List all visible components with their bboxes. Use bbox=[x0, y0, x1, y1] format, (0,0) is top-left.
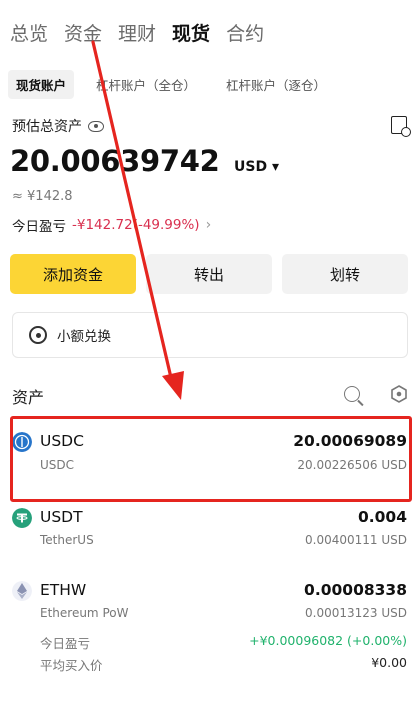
transfer-button[interactable]: 划转 bbox=[282, 254, 408, 294]
today-pnl-value: -¥142.72(-49.99%) bbox=[72, 217, 200, 233]
small-convert-button[interactable]: 小额兑换 bbox=[12, 312, 408, 358]
transfer-out-button[interactable]: 转出 bbox=[146, 254, 272, 294]
asset-amount: 0.004 bbox=[357, 508, 407, 526]
asset-usd-value: 0.00013123 USD bbox=[305, 606, 407, 620]
asset-name: TetherUS bbox=[40, 533, 94, 547]
subtab-margin-cross[interactable]: 杠杆账户（全仓） bbox=[88, 70, 204, 99]
balance-approx-cny: ≈ ¥142.8 bbox=[12, 189, 73, 204]
settings-hex-icon[interactable] bbox=[390, 385, 408, 403]
add-funds-button[interactable]: 添加资金 bbox=[10, 254, 136, 294]
tab-overview[interactable]: 总览 bbox=[10, 19, 48, 46]
top-nav: 总览 资金 理财 现货 合约 bbox=[0, 14, 270, 50]
chevron-right-icon: › bbox=[205, 217, 212, 233]
estimated-balance-label: 预估总资产 bbox=[12, 116, 104, 136]
tab-earn[interactable]: 理财 bbox=[118, 19, 156, 46]
avg-price-label: 平均买入价 bbox=[40, 658, 103, 673]
asset-usd-value: 0.00400111 USD bbox=[305, 533, 407, 547]
account-subtabs: 现货账户 杠杆账户（全仓） 杠杆账户（逐仓） bbox=[8, 69, 348, 99]
today-pnl-value: +¥0.00096082 (+0.00%) bbox=[249, 633, 407, 648]
avg-price-value: ¥0.00 bbox=[371, 655, 407, 670]
highlight-box bbox=[10, 416, 412, 502]
asset-name: Ethereum PoW bbox=[40, 606, 129, 620]
currency-selector[interactable]: USD ▾ bbox=[234, 159, 279, 175]
usdt-coin-icon bbox=[12, 508, 32, 528]
convert-icon bbox=[29, 326, 47, 344]
today-pnl-label: 今日盈亏 bbox=[40, 636, 91, 651]
tab-funding[interactable]: 资金 bbox=[64, 19, 102, 46]
assets-title: 资产 bbox=[12, 388, 45, 407]
asset-row-usdt[interactable]: USDT TetherUS 0.004 0.00400111 USD bbox=[0, 500, 419, 580]
history-icon[interactable] bbox=[391, 116, 411, 137]
tab-futures[interactable]: 合约 bbox=[226, 19, 264, 46]
tab-spot[interactable]: 现货 bbox=[172, 19, 210, 46]
ethw-coin-icon bbox=[12, 581, 32, 601]
asset-row-ethw[interactable]: ETHW Ethereum PoW 0.00008338 0.00013123 … bbox=[0, 575, 419, 700]
subtab-spot-account[interactable]: 现货账户 bbox=[8, 69, 75, 99]
total-balance: 20.00639742 bbox=[10, 144, 220, 178]
eye-icon[interactable] bbox=[88, 120, 104, 132]
search-icon[interactable] bbox=[344, 386, 360, 402]
asset-symbol: ETHW bbox=[40, 581, 87, 599]
asset-symbol: USDT bbox=[40, 508, 83, 526]
asset-amount: 0.00008338 bbox=[304, 581, 407, 599]
today-pnl[interactable]: 今日盈亏 -¥142.72(-49.99%) › bbox=[12, 215, 211, 235]
subtab-margin-isolated[interactable]: 杠杆账户（逐仓） bbox=[218, 70, 334, 99]
